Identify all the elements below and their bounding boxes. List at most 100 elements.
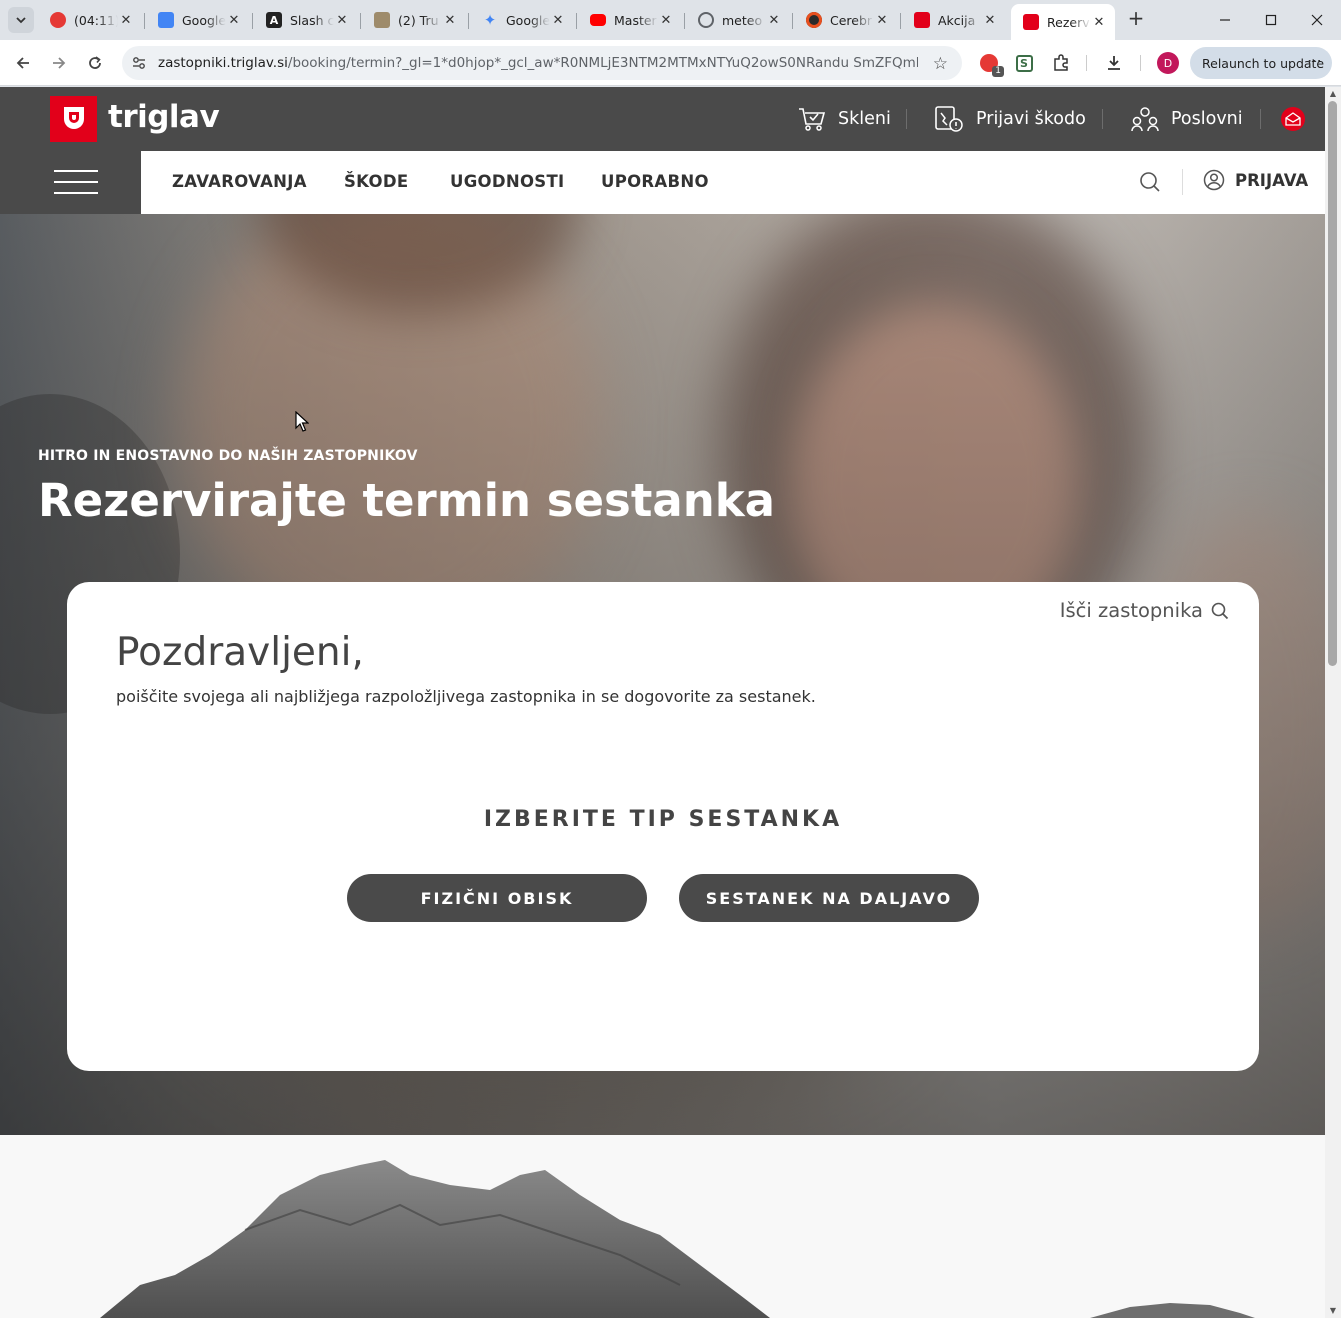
close-icon[interactable]: ✕ xyxy=(658,12,674,28)
page-scrollbar[interactable]: ▲ ▼ xyxy=(1325,87,1341,1318)
business-icon xyxy=(1131,107,1159,132)
util-link-poslovni[interactable]: Poslovni xyxy=(1131,104,1243,134)
arrow-left-icon xyxy=(16,57,29,69)
util-link-skleni[interactable]: Skleni xyxy=(798,104,891,134)
browser-tab[interactable]: A Slash c ✕ xyxy=(254,6,358,34)
chevron-down-icon xyxy=(16,17,26,24)
browser-tab[interactable]: Google ✕ xyxy=(146,6,250,34)
util-link-label: Poslovni xyxy=(1171,109,1243,129)
main-nav-row: ZAVAROVANJA ŠKODE UGODNOSTI UPORABNO PRI… xyxy=(0,151,1325,214)
youtube-icon xyxy=(590,14,606,26)
browser-tab-active[interactable]: Rezervi ✕ xyxy=(1011,4,1115,40)
close-icon[interactable]: ✕ xyxy=(226,12,242,28)
close-icon[interactable]: ✕ xyxy=(874,12,890,28)
greeting-subtitle: poiščite svojega ali najbližjega razpolo… xyxy=(116,687,816,706)
bookmark-star-icon[interactable]: ☆ xyxy=(933,54,948,74)
nav-uporabno[interactable]: UPORABNO xyxy=(601,172,709,191)
browser-tab[interactable]: Cerebr ✕ xyxy=(794,6,898,34)
greeting-title: Pozdravljeni, xyxy=(116,630,364,675)
downloads-button[interactable] xyxy=(1103,52,1125,74)
close-icon[interactable]: ✕ xyxy=(550,12,566,28)
profile-initial: D xyxy=(1163,56,1173,70)
triglav-logo-icon[interactable] xyxy=(50,96,97,142)
maximize-icon xyxy=(1265,14,1277,26)
reload-button[interactable] xyxy=(83,51,107,75)
close-icon[interactable]: ✕ xyxy=(442,12,458,28)
triglav-icon xyxy=(914,12,930,28)
tab-title: Master xyxy=(614,12,658,28)
forward-button[interactable] xyxy=(47,51,71,75)
main-nav: ZAVAROVANJA ŠKODE UGODNOSTI UPORABNO PRI… xyxy=(141,151,1325,214)
back-button[interactable] xyxy=(11,51,35,75)
extension-badge: 1 xyxy=(992,66,1004,77)
browser-tab[interactable]: (2) Tru ✕ xyxy=(362,6,466,34)
browser-tab[interactable]: ✦ Google ✕ xyxy=(470,6,574,34)
mail-icon[interactable] xyxy=(1281,107,1305,131)
login-button[interactable]: PRIJAVA xyxy=(1203,169,1308,191)
tab-title: Rezervi xyxy=(1047,14,1091,30)
browser-tab[interactable]: meteo ✕ xyxy=(686,6,790,34)
nav-skode[interactable]: ŠKODE xyxy=(344,172,408,191)
maximize-button[interactable] xyxy=(1248,6,1294,34)
new-tab-button[interactable]: + xyxy=(1125,8,1147,30)
scroll-up-icon[interactable]: ▲ xyxy=(1328,89,1338,99)
close-window-button[interactable] xyxy=(1294,6,1340,34)
tab-title: Google xyxy=(182,12,226,28)
nav-zavarovanja[interactable]: ZAVAROVANJA xyxy=(172,172,307,191)
search-icon[interactable] xyxy=(1139,171,1161,193)
extension-adblock-button[interactable]: 1 xyxy=(978,52,1004,77)
profile-avatar[interactable]: D xyxy=(1157,52,1179,74)
tab-search-button[interactable] xyxy=(8,7,34,33)
util-link-prijavi-skodo[interactable]: Prijavi škodo xyxy=(934,104,1086,134)
puzzle-icon xyxy=(1054,54,1068,71)
search-agent-link[interactable]: Išči zastopnika xyxy=(1060,599,1229,622)
url-path: /booking/termin?_gl=1*d0hjop*_gcl_aw*R0N… xyxy=(287,55,918,71)
logo-text[interactable]: triglav xyxy=(108,99,220,135)
scrollbar-thumb[interactable] xyxy=(1328,101,1337,666)
tomato-icon xyxy=(50,12,66,28)
tab-title: meteo xyxy=(722,12,766,28)
url-domain: zastopniki.triglav.si xyxy=(158,55,288,71)
nav-ugodnosti[interactable]: UGODNOSTI xyxy=(450,172,564,191)
browser-tab[interactable]: (04:11) ✕ xyxy=(38,6,142,34)
extension-s-button[interactable]: S xyxy=(1013,52,1035,74)
tab-title: Slash c xyxy=(290,12,334,28)
search-agent-label: Išči zastopnika xyxy=(1059,599,1203,622)
close-icon[interactable]: ✕ xyxy=(334,12,350,28)
close-icon[interactable]: ✕ xyxy=(118,12,134,28)
address-bar[interactable]: zastopniki.triglav.si/booking/termin?_gl… xyxy=(122,46,962,80)
hero-kicker: HITRO IN ENOSTAVNO DO NAŠIH ZASTOPNIKOV xyxy=(38,448,418,464)
login-label: PRIJAVA xyxy=(1235,170,1309,190)
close-icon[interactable]: ✕ xyxy=(982,12,998,28)
extensions-button[interactable] xyxy=(1050,52,1072,74)
user-icon xyxy=(1203,169,1225,191)
remote-meeting-button[interactable]: SESTANEK NA DALJAVO xyxy=(679,874,979,922)
claim-icon xyxy=(935,106,963,132)
adblock-icon: 1 xyxy=(980,54,1004,77)
minimize-button[interactable] xyxy=(1202,6,1248,34)
globe-icon xyxy=(698,12,714,28)
hamburger-menu-icon[interactable] xyxy=(54,168,98,196)
url-text: zastopniki.triglav.si/booking/termin?_gl… xyxy=(158,55,918,71)
anthropic-icon: A xyxy=(266,12,282,28)
close-icon[interactable]: ✕ xyxy=(766,12,782,28)
gemini-icon: ✦ xyxy=(483,11,497,29)
browser-toolbar: zastopniki.triglav.si/booking/termin?_gl… xyxy=(0,40,1341,86)
more-menu-icon[interactable]: ⋮ xyxy=(1306,54,1322,68)
s-extension-icon: S xyxy=(1015,54,1033,72)
browser-tab[interactable]: Master ✕ xyxy=(578,6,682,34)
close-icon[interactable]: ✕ xyxy=(1091,14,1107,30)
meeting-type-heading: IZBERITE TIP SESTANKA xyxy=(483,807,843,832)
util-link-label: Skleni xyxy=(838,109,891,129)
scroll-down-icon[interactable]: ▼ xyxy=(1328,1306,1338,1316)
relaunch-button[interactable]: Relaunch to update ⋮ xyxy=(1190,47,1332,79)
arrow-right-icon xyxy=(53,57,66,69)
triglav-icon xyxy=(1023,14,1039,30)
physical-visit-button[interactable]: FIZIČNI OBISK xyxy=(347,874,647,922)
tab-title: (2) Tru xyxy=(398,12,442,28)
browser-tab[interactable]: Akcija ✕ xyxy=(902,6,1006,34)
search-icon xyxy=(1211,602,1229,619)
site-info-icon[interactable] xyxy=(122,46,156,80)
cart-icon xyxy=(799,108,826,131)
mouse-cursor-icon xyxy=(295,411,309,432)
